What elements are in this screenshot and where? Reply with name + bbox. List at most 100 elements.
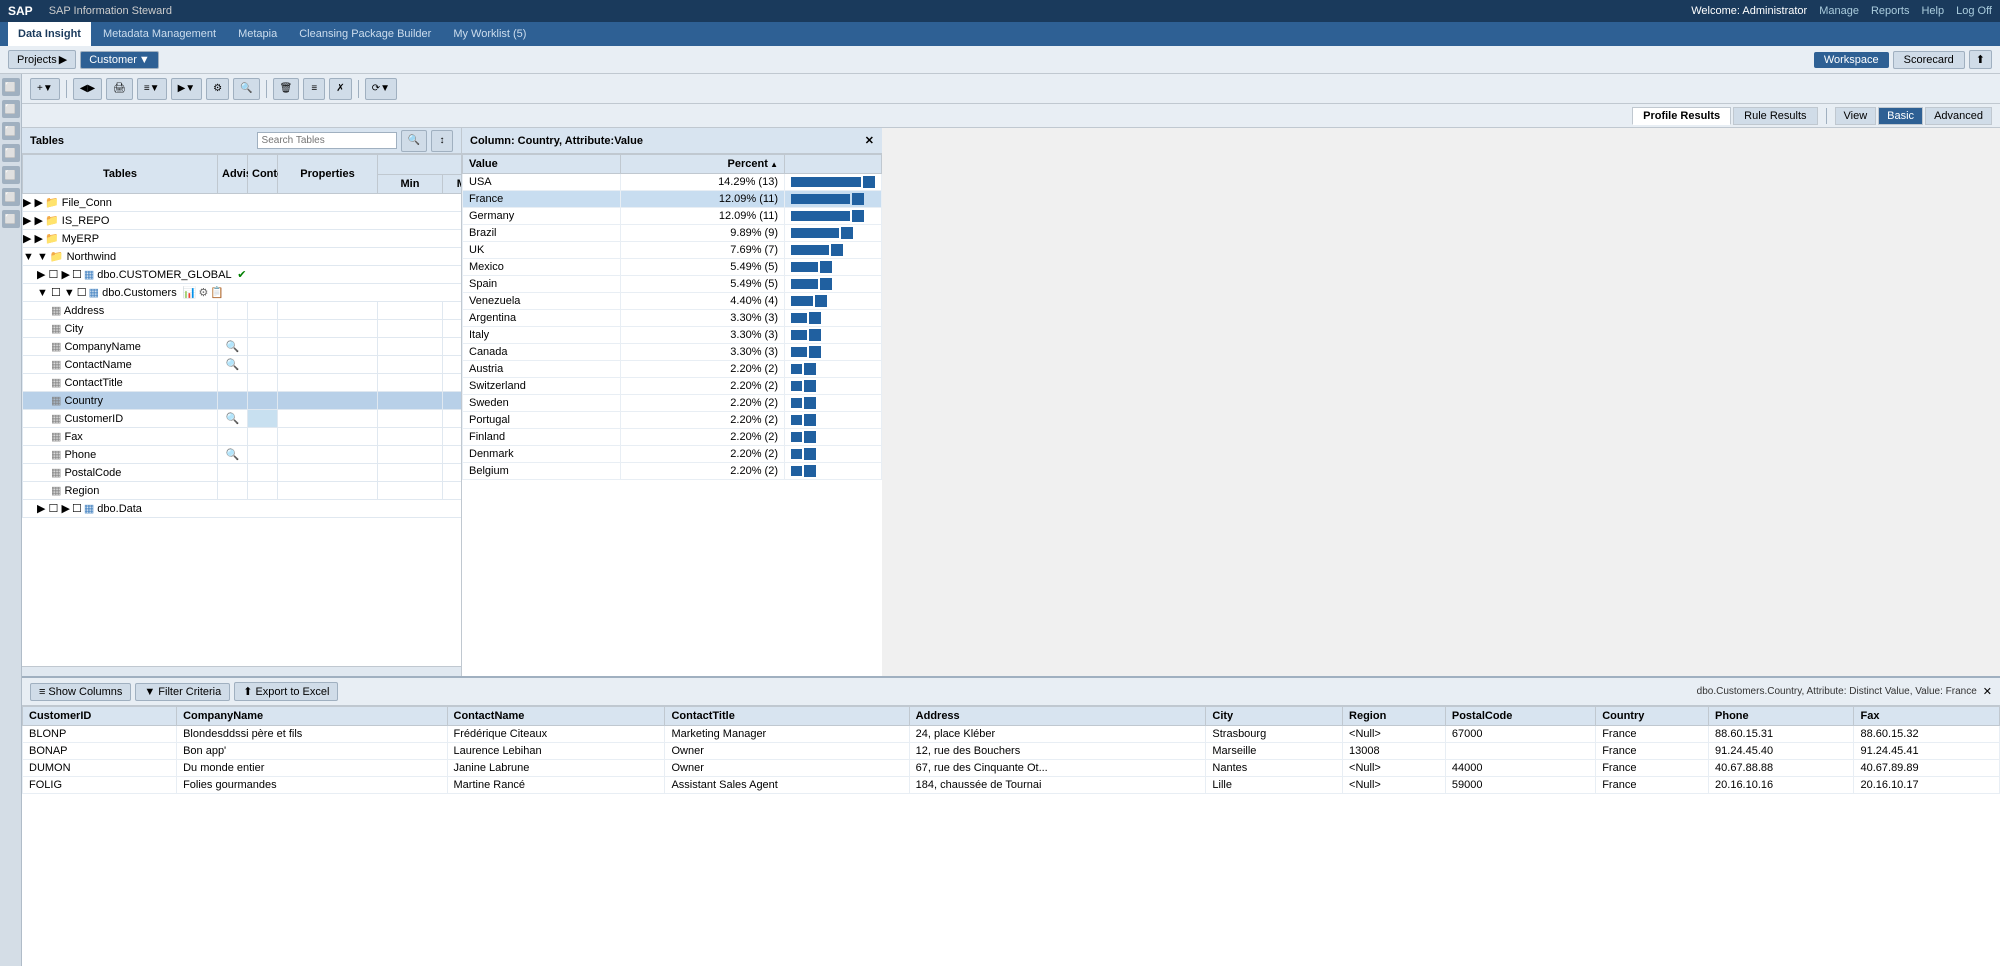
close-icon[interactable]: ✕: [865, 134, 874, 147]
tab-cleansing[interactable]: Cleansing Package Builder: [289, 22, 441, 46]
scorecard-btn[interactable]: Scorecard: [1893, 51, 1965, 69]
table-row[interactable]: ▶ ☐ ▶☐▦ dbo.Data: [23, 500, 462, 518]
col-name-cell[interactable]: ▦ PostalCode: [23, 464, 218, 482]
tree-item-cell[interactable]: ▼ ▼📁 Northwind: [23, 248, 462, 266]
settings-btn[interactable]: ⚙: [206, 78, 229, 100]
value-row[interactable]: Portugal 2.20% (2): [463, 412, 882, 429]
manage-link[interactable]: Manage: [1819, 5, 1859, 17]
logoff-link[interactable]: Log Off: [1956, 5, 1992, 17]
settings-icon[interactable]: ⚙: [198, 287, 208, 299]
col-name-cell[interactable]: ▦ Fax: [23, 428, 218, 446]
profile-icon[interactable]: 📊: [183, 287, 197, 299]
content-type-cell[interactable]: [248, 374, 278, 392]
expand-collapse-icon[interactable]: ▶: [37, 503, 45, 515]
tree-item-cell[interactable]: ▶ ▶📁 File_Conn: [23, 194, 462, 212]
sidebar-icon-3[interactable]: ⬜: [2, 122, 20, 140]
tree-item-cell[interactable]: ▶ ☐ ▶☐▦ dbo.CUSTOMER_GLOBAL ✔: [23, 266, 462, 284]
export-excel-btn[interactable]: ⬆ Export to Excel: [234, 682, 338, 701]
table-row[interactable]: ▼ ▼📁 Northwind: [23, 248, 462, 266]
table-row[interactable]: ▦ Phone 🔍: [23, 446, 462, 464]
col-name-cell[interactable]: ▦ Region: [23, 482, 218, 500]
advisor-search-icon[interactable]: 🔍: [226, 341, 240, 353]
checkbox[interactable]: ☐: [49, 269, 59, 281]
tab-metadata[interactable]: Metadata Management: [93, 22, 226, 46]
col-name-cell[interactable]: ▦ Phone: [23, 446, 218, 464]
content-type-cell[interactable]: [248, 302, 278, 320]
content-type-cell[interactable]: [248, 338, 278, 356]
sort-icon-btn[interactable]: ↕: [431, 130, 453, 152]
col-name-cell[interactable]: ▦ ContactTitle: [23, 374, 218, 392]
table-row[interactable]: ▦ Fax: [23, 428, 462, 446]
col-name-cell[interactable]: ▦ Address: [23, 302, 218, 320]
advisor-search-icon[interactable]: 🔍: [226, 449, 240, 461]
table-row[interactable]: ▦ CustomerID 🔍: [23, 410, 462, 428]
checkbox-icon[interactable]: ☐: [72, 269, 82, 281]
value-row[interactable]: Brazil 9.89% (9): [463, 225, 882, 242]
percent-col-header sort-asc[interactable]: Percent: [620, 155, 784, 174]
search-btn[interactable]: 🔍: [233, 78, 259, 100]
add-btn[interactable]: +▼: [30, 78, 60, 100]
expand-collapse-icon[interactable]: ▶: [23, 197, 31, 209]
table-row[interactable]: ▶ ☐ ▶☐▦ dbo.CUSTOMER_GLOBAL ✔: [23, 266, 462, 284]
checkbox-icon[interactable]: ☐: [72, 503, 82, 515]
run-btn[interactable]: ▶▼: [171, 78, 203, 100]
print-btn[interactable]: 🖨: [106, 78, 133, 100]
tab-rule-results[interactable]: Rule Results: [1733, 107, 1817, 125]
tree-item-cell[interactable]: ▶ ☐ ▶☐▦ dbo.Data: [23, 500, 462, 518]
content-type-cell[interactable]: [248, 392, 278, 410]
sidebar-icon-7[interactable]: ⬜: [2, 210, 20, 228]
delete-btn[interactable]: 🗑: [273, 78, 300, 100]
advisor-search-icon[interactable]: 🔍: [226, 359, 240, 371]
table-row[interactable]: ▦ CompanyName 🔍: [23, 338, 462, 356]
table-row[interactable]: ▦ Country: [23, 392, 462, 410]
value-row[interactable]: Spain 5.49% (5): [463, 276, 882, 293]
sidebar-icon-1[interactable]: ⬜: [2, 78, 20, 96]
value-row[interactable]: Italy 3.30% (3): [463, 327, 882, 344]
expand-collapse-icon[interactable]: ▼: [37, 287, 48, 299]
expand-icon[interactable]: ▼: [37, 251, 48, 263]
search-tables-input[interactable]: [257, 132, 397, 149]
expand-icon[interactable]: ▶: [35, 233, 43, 245]
content-type-cell[interactable]: [248, 428, 278, 446]
col-name-cell[interactable]: ▦ City: [23, 320, 218, 338]
expand-collapse-icon[interactable]: ▼: [23, 251, 34, 263]
expand-icon[interactable]: ▶: [61, 503, 69, 515]
content-type-cell[interactable]: [248, 482, 278, 500]
table-row[interactable]: ▶ ▶📁 IS_REPO: [23, 212, 462, 230]
content-type-cell[interactable]: [248, 446, 278, 464]
table-row[interactable]: ▶ ▶📁 MyERP: [23, 230, 462, 248]
value-row[interactable]: Germany 12.09% (11): [463, 208, 882, 225]
export-icon-btn[interactable]: ⬆: [1969, 50, 1992, 69]
projects-btn[interactable]: Projects ▶: [8, 50, 76, 69]
tab-data-insight[interactable]: Data Insight: [8, 22, 91, 46]
show-columns-btn[interactable]: ≡ Show Columns: [30, 683, 131, 701]
value-row[interactable]: Belgium 2.20% (2): [463, 463, 882, 480]
value-row[interactable]: Switzerland 2.20% (2): [463, 378, 882, 395]
cancel-btn[interactable]: ✗: [329, 78, 351, 100]
value-row[interactable]: Venezuela 4.40% (4): [463, 293, 882, 310]
copy-icon[interactable]: 📋: [210, 287, 224, 299]
tab-advanced[interactable]: Advanced: [1925, 107, 1992, 125]
tree-item-cell[interactable]: ▶ ▶📁 MyERP: [23, 230, 462, 248]
search-icon-btn[interactable]: 🔍: [401, 130, 427, 152]
tab-basic[interactable]: Basic: [1878, 107, 1923, 125]
help-link[interactable]: Help: [1921, 5, 1944, 17]
col-name-cell[interactable]: ▦ ContactName: [23, 356, 218, 374]
tab-profile-results[interactable]: Profile Results: [1632, 107, 1731, 125]
content-type-cell[interactable]: [248, 356, 278, 374]
expand-icon[interactable]: ▶: [61, 269, 69, 281]
col-name-cell[interactable]: ▦ Country: [23, 392, 218, 410]
table-row[interactable]: ▦ City: [23, 320, 462, 338]
value-row[interactable]: Argentina 3.30% (3): [463, 310, 882, 327]
value-row[interactable]: UK 7.69% (7): [463, 242, 882, 259]
expand-collapse-icon[interactable]: ▶: [23, 215, 31, 227]
sidebar-icon-2[interactable]: ⬜: [2, 100, 20, 118]
content-type-cell[interactable]: [248, 410, 278, 428]
checkbox-icon[interactable]: ☐: [77, 287, 87, 299]
expand-collapse-icon[interactable]: ▶: [37, 269, 45, 281]
table-row[interactable]: ▦ PostalCode: [23, 464, 462, 482]
checkbox[interactable]: ☐: [51, 287, 61, 299]
tab-metapia[interactable]: Metapia: [228, 22, 287, 46]
value-row[interactable]: Canada 3.30% (3): [463, 344, 882, 361]
tree-item-cell[interactable]: ▶ ▶📁 IS_REPO: [23, 212, 462, 230]
